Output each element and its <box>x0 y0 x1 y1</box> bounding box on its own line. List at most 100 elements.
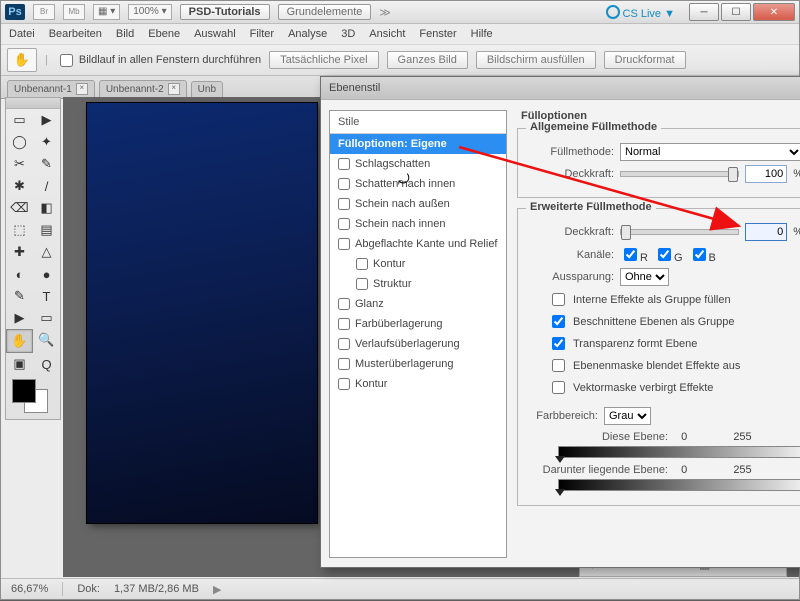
channel-b[interactable]: B <box>689 245 716 264</box>
doc-tab-2[interactable]: Unbenannt-2× <box>99 80 187 98</box>
fill-opacity-slider[interactable] <box>620 229 739 235</box>
opacity-input[interactable] <box>745 165 787 183</box>
tool-20[interactable]: ✋ <box>6 329 33 353</box>
scroll-all-checkbox[interactable]: Bildlauf in allen Fenstern durchführen <box>56 51 261 70</box>
close-tab-icon[interactable]: × <box>76 83 88 95</box>
style-checkbox[interactable] <box>338 218 350 230</box>
style-checkbox[interactable] <box>338 338 350 350</box>
blendif-select[interactable]: Grau <box>604 407 651 425</box>
more-workspaces-icon[interactable]: ≫ <box>379 6 391 19</box>
tool-10[interactable]: ⬚ <box>6 219 33 241</box>
menu-hilfe[interactable]: Hilfe <box>471 28 493 40</box>
blend-mode-select[interactable]: Normal <box>620 143 800 161</box>
style-item-3[interactable]: Schein nach außen <box>330 194 506 214</box>
tool-1[interactable]: ▶ <box>33 109 60 131</box>
style-item-12[interactable]: Kontur <box>330 374 506 394</box>
style-checkbox[interactable] <box>338 198 350 210</box>
menu-auswahl[interactable]: Auswahl <box>194 28 236 40</box>
tool-16[interactable]: ✎ <box>6 285 33 307</box>
tool-12[interactable]: ✚ <box>6 241 33 263</box>
opt-btn-fit-screen[interactable]: Ganzes Bild <box>387 51 468 69</box>
maximize-button[interactable]: ☐ <box>721 3 751 21</box>
menu-bearbeiten[interactable]: Bearbeiten <box>49 28 102 40</box>
style-checkbox[interactable] <box>338 378 350 390</box>
fill-opacity-input[interactable] <box>745 223 787 241</box>
tool-18[interactable]: ▶ <box>6 307 33 329</box>
style-item-8[interactable]: Glanz <box>330 294 506 314</box>
tool-4[interactable]: ✂ <box>6 153 33 175</box>
tool-0[interactable]: ▭ <box>6 109 33 131</box>
tool-19[interactable]: ▭ <box>33 307 60 329</box>
style-item-5[interactable]: Abgeflachte Kante und Relief <box>330 234 506 254</box>
adv-check-2[interactable]: Transparenz formt Ebene <box>548 334 800 353</box>
style-checkbox[interactable] <box>356 258 368 270</box>
tool-11[interactable]: ▤ <box>33 219 60 241</box>
style-item-9[interactable]: Farbüberlagerung <box>330 314 506 334</box>
opt-btn-fill-screen[interactable]: Bildschirm ausfüllen <box>476 51 596 69</box>
style-checkbox[interactable] <box>356 278 368 290</box>
tool-7[interactable]: / <box>33 175 60 197</box>
opacity-slider[interactable] <box>620 171 739 177</box>
style-checkbox[interactable] <box>338 238 350 250</box>
style-item-7[interactable]: Struktur <box>330 274 506 294</box>
this-layer-gradient[interactable] <box>558 446 800 458</box>
tool-23[interactable]: Q <box>33 353 60 375</box>
tool-6[interactable]: ✱ <box>6 175 33 197</box>
tool-8[interactable]: ⌫ <box>6 197 33 219</box>
tool-13[interactable]: △ <box>33 241 60 263</box>
style-checkbox[interactable] <box>338 158 350 170</box>
menu-filter[interactable]: Filter <box>250 28 274 40</box>
menu-datei[interactable]: Datei <box>9 28 35 40</box>
minimize-button[interactable]: ─ <box>689 3 719 21</box>
tool-22[interactable]: ▣ <box>6 353 33 375</box>
screen-mode-dropdown[interactable]: ▦ ▾ <box>93 4 120 20</box>
channel-g[interactable]: G <box>654 245 683 264</box>
menu-analyse[interactable]: Analyse <box>288 28 327 40</box>
document-canvas[interactable] <box>87 103 317 523</box>
under-layer-gradient[interactable] <box>558 479 800 491</box>
style-item-0[interactable]: Fülloptionen: Eigene <box>330 134 506 154</box>
status-zoom[interactable]: 66,67% <box>11 583 48 595</box>
close-tab-icon[interactable]: × <box>168 83 180 95</box>
tool-14[interactable]: ◐ <box>6 263 33 285</box>
foreground-swatch[interactable] <box>12 379 36 403</box>
style-item-1[interactable]: Schlagschatten <box>330 154 506 174</box>
doc-tab-1[interactable]: Unbenannt-1× <box>7 80 95 98</box>
adv-check-3[interactable]: Ebenenmaske blendet Effekte aus <box>548 356 800 375</box>
doc-tab-3[interactable]: Unb <box>191 81 223 98</box>
cslive-button[interactable]: CS Live ▼ <box>606 5 675 20</box>
close-button[interactable]: ✕ <box>753 3 795 21</box>
tool-17[interactable]: T <box>33 285 60 307</box>
minibridge-icon[interactable]: Mb <box>63 4 85 20</box>
style-item-11[interactable]: Musterüberlagerung <box>330 354 506 374</box>
channel-r[interactable]: R <box>620 245 648 264</box>
workspace-tab-1[interactable]: PSD-Tutorials <box>180 4 270 20</box>
style-checkbox[interactable] <box>338 178 350 190</box>
style-item-4[interactable]: Schein nach innen <box>330 214 506 234</box>
tool-15[interactable]: ● <box>33 263 60 285</box>
menu-ansicht[interactable]: Ansicht <box>369 28 405 40</box>
menu-3d[interactable]: 3D <box>341 28 355 40</box>
hand-tool-icon[interactable]: ✋ <box>7 48 37 72</box>
bridge-icon[interactable]: Br <box>33 4 55 20</box>
menu-bild[interactable]: Bild <box>116 28 134 40</box>
adv-check-1[interactable]: Beschnittene Ebenen als Gruppe <box>548 312 800 331</box>
menu-fenster[interactable]: Fenster <box>419 28 456 40</box>
opt-btn-actual-pixels[interactable]: Tatsächliche Pixel <box>269 51 378 69</box>
style-checkbox[interactable] <box>338 298 350 310</box>
opt-btn-print-size[interactable]: Druckformat <box>604 51 686 69</box>
tool-5[interactable]: ✎ <box>33 153 60 175</box>
tool-9[interactable]: ◧ <box>33 197 60 219</box>
adv-check-0[interactable]: Interne Effekte als Gruppe füllen <box>548 290 800 309</box>
style-item-6[interactable]: Kontur <box>330 254 506 274</box>
color-swatches[interactable] <box>6 375 60 419</box>
menu-ebene[interactable]: Ebene <box>148 28 180 40</box>
style-checkbox[interactable] <box>338 318 350 330</box>
style-item-2[interactable]: Schatten nach innen <box>330 174 506 194</box>
zoom-dropdown[interactable]: 100% ▾ <box>128 4 171 20</box>
style-checkbox[interactable] <box>338 358 350 370</box>
workspace-tab-2[interactable]: Grundelemente <box>278 4 372 20</box>
knockout-select[interactable]: Ohne <box>620 268 669 286</box>
tool-3[interactable]: ✦ <box>33 131 60 153</box>
style-item-10[interactable]: Verlaufsüberlagerung <box>330 334 506 354</box>
